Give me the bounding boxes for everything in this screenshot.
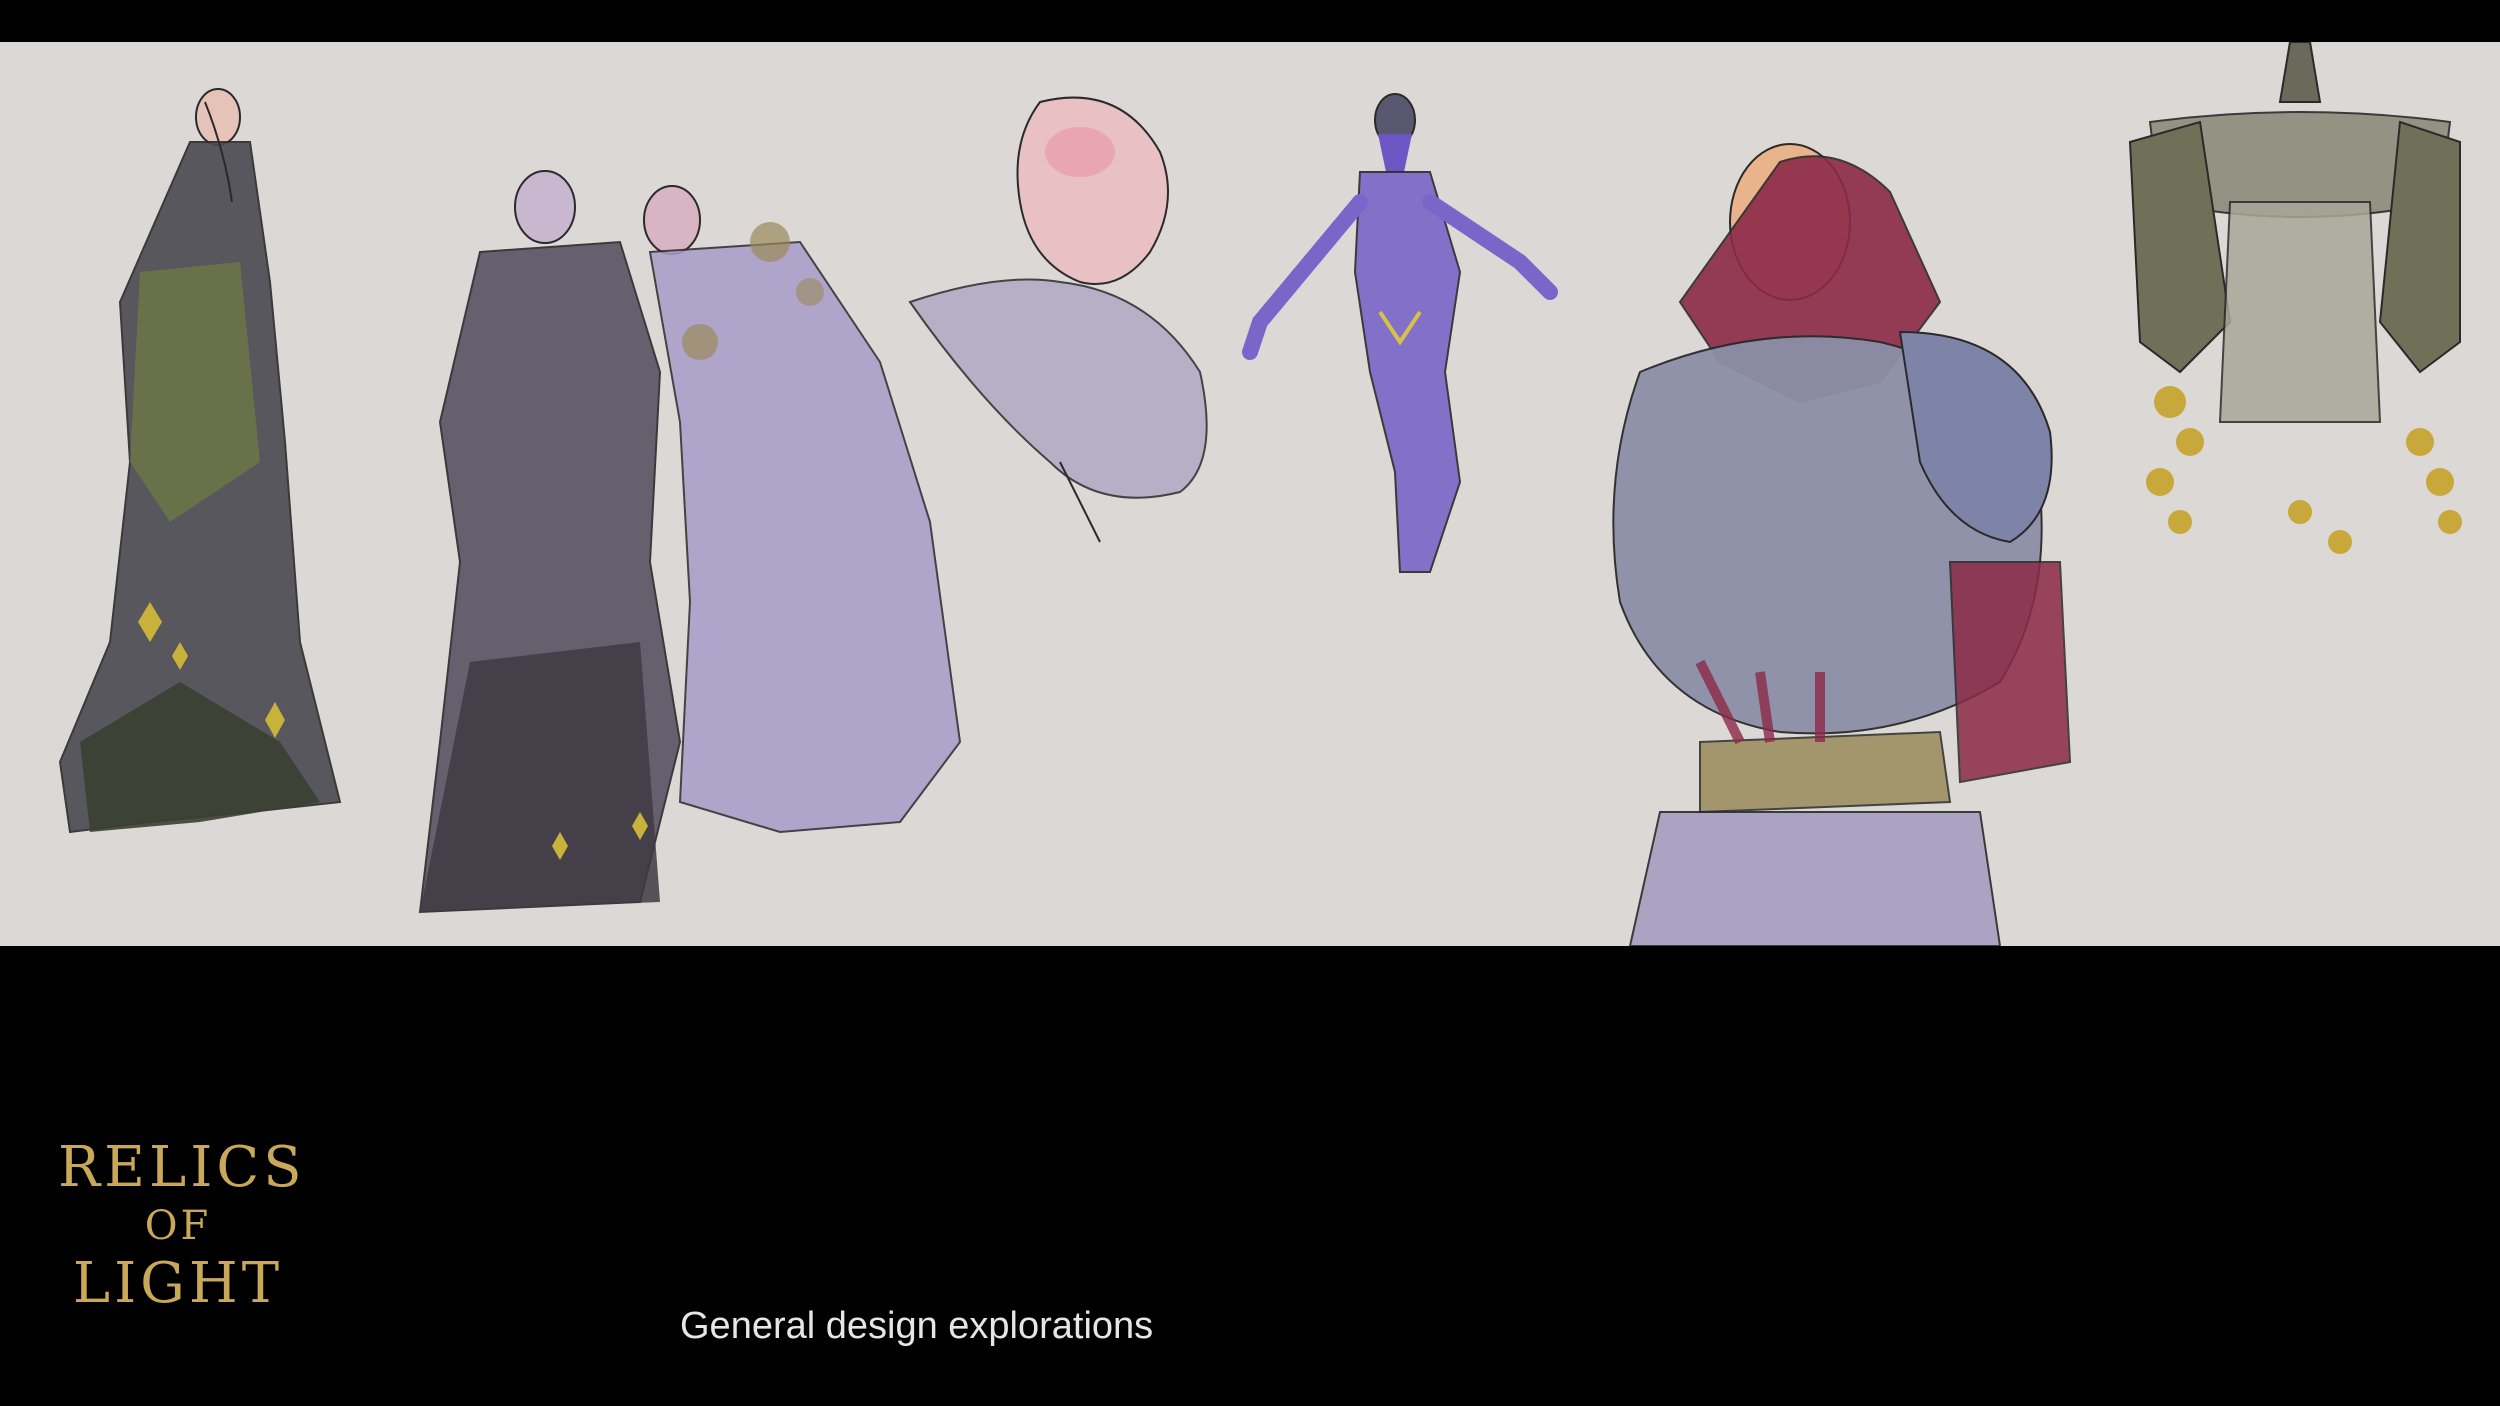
logo-line-light: LIGHT bbox=[72, 1251, 284, 1316]
slide: RELICS OF LIGHT General design explorati… bbox=[0, 0, 2500, 1406]
logo-line-of: OF bbox=[144, 1203, 212, 1249]
logo-line-relics: RELICS bbox=[58, 1135, 306, 1200]
relics-of-light-logo: RELICS OF LIGHT bbox=[58, 1135, 306, 1316]
concept-art-sketches bbox=[0, 42, 2500, 946]
concept-art-panel bbox=[0, 42, 2500, 946]
slide-caption: General design explorations bbox=[680, 1305, 1154, 1347]
